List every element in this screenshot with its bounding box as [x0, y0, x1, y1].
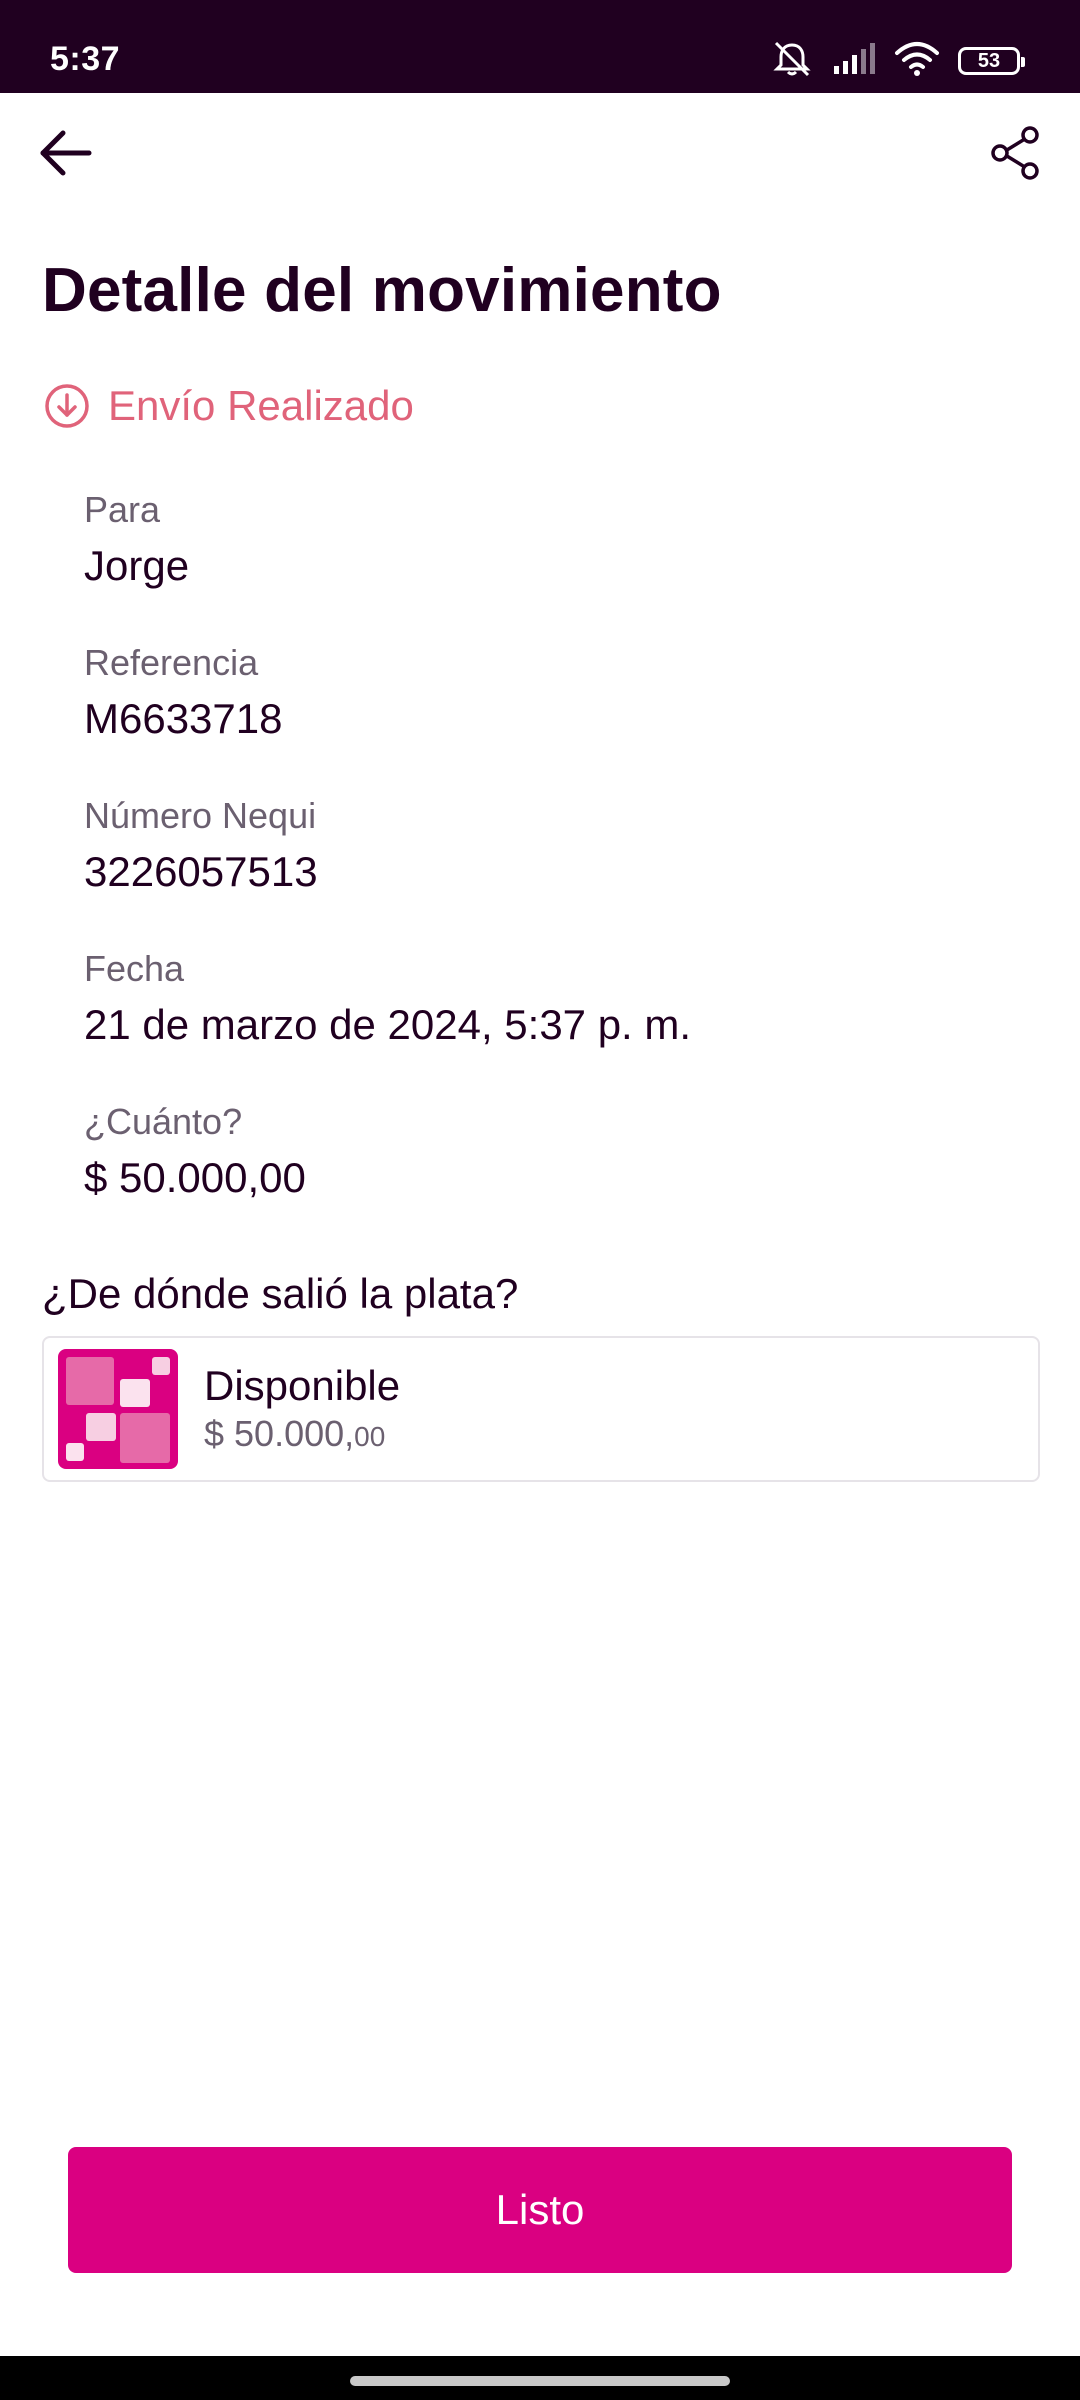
share-icon: [991, 126, 1039, 180]
status-icons: 53: [770, 36, 1025, 86]
field-value: $ 50.000,00: [84, 1154, 306, 1201]
field-value: Jorge: [84, 542, 190, 589]
source-text: Disponible $ 50.000,00: [204, 1360, 400, 1459]
field-label: Número Nequi: [84, 795, 317, 836]
transaction-status: Envío Realizado: [44, 382, 414, 430]
signal-icon: [832, 42, 876, 81]
field-date: Fecha 21 de marzo de 2024, 5:37 p. m.: [84, 947, 1044, 1100]
field-label: Referencia: [84, 642, 259, 683]
field-value: 21 de marzo de 2024, 5:37 p. m.: [84, 1001, 692, 1048]
arrow-down-circle-icon: [45, 384, 89, 428]
field-label: Para: [84, 489, 161, 530]
status-bar: 5:37 53: [0, 0, 1080, 93]
source-amount-cents: 00: [354, 1420, 386, 1452]
done-button[interactable]: Listo: [68, 2147, 1012, 2273]
wifi-icon: [894, 41, 940, 82]
transaction-details: Para Jorge Referencia M6633718 Número Ne…: [84, 488, 1044, 1253]
source-section-title: ¿De dónde salió la plata?: [42, 1270, 519, 1317]
source-name: Disponible: [204, 1361, 401, 1409]
transaction-status-label: Envío Realizado: [108, 382, 414, 429]
field-amount: ¿Cuánto? $ 50.000,00: [84, 1100, 1044, 1253]
share-button[interactable]: [980, 118, 1050, 188]
field-nequi-number: Número Nequi 3226057513: [84, 794, 1044, 947]
app-bar: [0, 93, 1080, 213]
field-reference: Referencia M6633718: [84, 641, 1044, 794]
field-value: 3226057513: [84, 848, 318, 895]
back-arrow-icon: [40, 130, 92, 176]
battery-icon: 53: [958, 47, 1025, 75]
back-button[interactable]: [30, 118, 100, 188]
page-title: Detalle del movimiento: [42, 256, 722, 325]
source-amount: $ 50.000,00: [204, 1412, 400, 1459]
pocket-icon: [58, 1349, 178, 1469]
field-label: ¿Cuánto?: [84, 1101, 243, 1142]
source-amount-main: $ 50.000,: [204, 1412, 355, 1454]
field-label: Fecha: [84, 948, 185, 989]
source-card[interactable]: Disponible $ 50.000,00: [42, 1336, 1040, 1482]
field-recipient: Para Jorge: [84, 488, 1044, 641]
field-value: M6633718: [84, 695, 283, 742]
status-time: 5:37: [50, 40, 121, 78]
home-indicator[interactable]: [350, 2376, 730, 2386]
mute-icon: [770, 39, 814, 84]
